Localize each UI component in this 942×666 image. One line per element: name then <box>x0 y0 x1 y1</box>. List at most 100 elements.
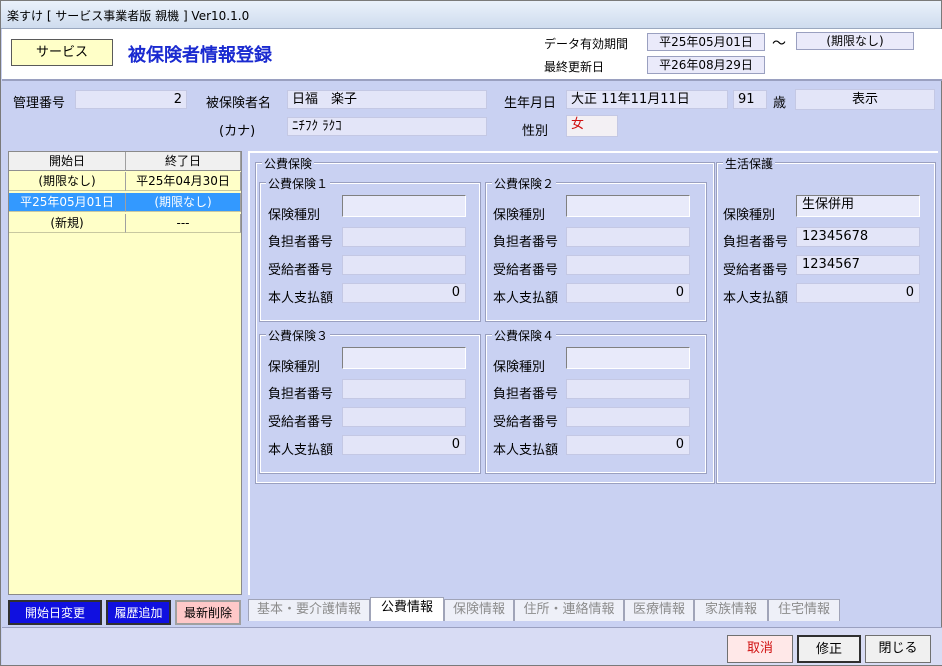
sex-field[interactable]: 女 <box>566 115 618 137</box>
delete-latest-button[interactable]: 最新削除 <box>175 600 241 625</box>
history-header: 開始日 終了日 <box>9 152 241 171</box>
page-header: サービス 被保険者情報登録 データ有効期間 平25年05月01日 〜 (期限なし… <box>2 29 942 79</box>
tab-public-info[interactable]: 公費情報 <box>370 597 444 621</box>
type-label: 保険種別 <box>268 360 321 375</box>
add-history-button[interactable]: 履歴追加 <box>106 600 171 625</box>
kana-label: (カナ) <box>219 124 256 139</box>
copay-label: 本人支払額 <box>493 291 559 306</box>
col-start-header: 開始日 <box>9 152 126 171</box>
welfare-payer-field[interactable]: 12345678 <box>796 227 920 247</box>
type-field[interactable] <box>342 347 466 369</box>
service-button[interactable]: サービス <box>11 39 113 66</box>
name-field[interactable]: 日福 楽子 <box>287 90 487 109</box>
payer-field[interactable] <box>342 379 466 399</box>
col-end-header: 終了日 <box>126 152 241 171</box>
validity-label: データ有効期間 <box>544 37 629 51</box>
payer-field[interactable] <box>342 227 466 247</box>
recipient-label: 受給者番号 <box>723 263 789 278</box>
recipient-field[interactable] <box>342 407 466 427</box>
window-title: 楽すけ [ サービス事業者版 親機 ] Ver10.1.0 <box>7 9 250 23</box>
validity-to: (期限なし) <box>796 32 914 50</box>
welfare-title: 生活保護 <box>723 155 776 172</box>
welfare-type-field[interactable]: 生保併用 <box>796 195 920 217</box>
history-row[interactable]: (新規) --- <box>9 214 241 233</box>
payer-field[interactable] <box>566 379 690 399</box>
recipient-field[interactable] <box>566 407 690 427</box>
recipient-label: 受給者番号 <box>493 263 559 278</box>
copay-label: 本人支払額 <box>268 291 334 306</box>
mgmt-no-label: 管理番号 <box>13 96 66 111</box>
validity-from: 平25年05月01日 <box>647 33 765 51</box>
public-group-title: 公費保険４ <box>492 327 557 344</box>
tab-family[interactable]: 家族情報 <box>694 599 768 621</box>
recipient-field[interactable] <box>566 255 690 275</box>
header-divider <box>2 79 942 81</box>
payer-label: 負担者番号 <box>268 235 334 250</box>
history-start: 平25年05月01日 <box>9 193 126 212</box>
type-label: 保険種別 <box>723 208 776 223</box>
footer-bar: 取消 修正 閉じる <box>2 627 942 665</box>
age-field: 91 <box>733 90 767 109</box>
updated-label: 最終更新日 <box>544 60 605 74</box>
history-row[interactable]: (期限なし) 平25年04月30日 <box>9 172 241 191</box>
tab-basic-care[interactable]: 基本・要介護情報 <box>248 599 370 621</box>
payer-label: 負担者番号 <box>493 235 559 250</box>
copay-field[interactable]: 0 <box>566 435 690 455</box>
change-start-button[interactable]: 開始日変更 <box>8 600 102 625</box>
updated-date: 平26年08月29日 <box>647 56 765 74</box>
main-window: 楽すけ [ サービス事業者版 親機 ] Ver10.1.0 サービス 被保険者情… <box>0 0 942 666</box>
mgmt-no-field[interactable]: 2 <box>75 90 187 109</box>
close-button[interactable]: 閉じる <box>865 635 931 663</box>
type-field[interactable] <box>566 195 690 217</box>
birth-label: 生年月日 <box>504 96 557 111</box>
age-unit: 歳 <box>773 96 787 111</box>
history-end: 平25年04月30日 <box>126 172 241 191</box>
copay-label: 本人支払額 <box>268 443 334 458</box>
recipient-field[interactable] <box>342 255 466 275</box>
copay-label: 本人支払額 <box>493 443 559 458</box>
history-row-selected[interactable]: 平25年05月01日 (期限なし) <box>9 193 241 212</box>
recipient-label: 受給者番号 <box>493 415 559 430</box>
welfare-recipient-field[interactable]: 1234567 <box>796 255 920 275</box>
validity-tilde: 〜 <box>772 36 786 52</box>
recipient-label: 受給者番号 <box>268 415 334 430</box>
public-info-panel: 公費保険 公費保険１ 保険種別 負担者番号 受給者番号 本人支払額 0 公費保険… <box>248 151 938 595</box>
type-label: 保険種別 <box>493 208 546 223</box>
history-end: --- <box>126 214 241 233</box>
history-list: 開始日 終了日 (期限なし) 平25年04月30日 平25年05月01日 (期限… <box>8 151 242 595</box>
type-field[interactable] <box>566 347 690 369</box>
public-group-title: 公費保険１ <box>266 175 331 192</box>
payer-field[interactable] <box>566 227 690 247</box>
welfare-copay-field[interactable]: 0 <box>796 283 920 303</box>
title-bar: 楽すけ [ サービス事業者版 親機 ] Ver10.1.0 <box>1 1 941 29</box>
copay-label: 本人支払額 <box>723 291 789 306</box>
history-start: (新規) <box>9 214 126 233</box>
name-label: 被保険者名 <box>206 96 272 111</box>
show-button[interactable]: 表示 <box>795 89 935 110</box>
payer-label: 負担者番号 <box>493 387 559 402</box>
page-title: 被保険者情報登録 <box>128 45 272 66</box>
public-insurance-title: 公費保険 <box>262 155 315 172</box>
payer-label: 負担者番号 <box>268 387 334 402</box>
public-group-title: 公費保険３ <box>266 327 331 344</box>
tab-housing[interactable]: 住宅情報 <box>768 599 840 621</box>
type-field[interactable] <box>342 195 466 217</box>
tab-medical[interactable]: 医療情報 <box>624 599 694 621</box>
copay-field[interactable]: 0 <box>566 283 690 303</box>
recipient-label: 受給者番号 <box>268 263 334 278</box>
sex-label: 性別 <box>522 124 549 139</box>
public-group-title: 公費保険２ <box>492 175 557 192</box>
tab-address-contact[interactable]: 住所・連絡情報 <box>514 599 624 621</box>
copay-field[interactable]: 0 <box>342 435 466 455</box>
birth-field[interactable]: 大正 11年11月11日 <box>566 90 728 109</box>
payer-label: 負担者番号 <box>723 235 789 250</box>
type-label: 保険種別 <box>268 208 321 223</box>
cancel-button[interactable]: 取消 <box>727 635 793 663</box>
kana-field[interactable]: ﾆﾁﾌｸ ﾗｸｺ <box>287 117 487 136</box>
tab-insurance[interactable]: 保険情報 <box>444 599 514 621</box>
type-label: 保険種別 <box>493 360 546 375</box>
history-end: (期限なし) <box>126 193 241 212</box>
edit-button[interactable]: 修正 <box>797 635 861 663</box>
history-start: (期限なし) <box>9 172 126 191</box>
copay-field[interactable]: 0 <box>342 283 466 303</box>
